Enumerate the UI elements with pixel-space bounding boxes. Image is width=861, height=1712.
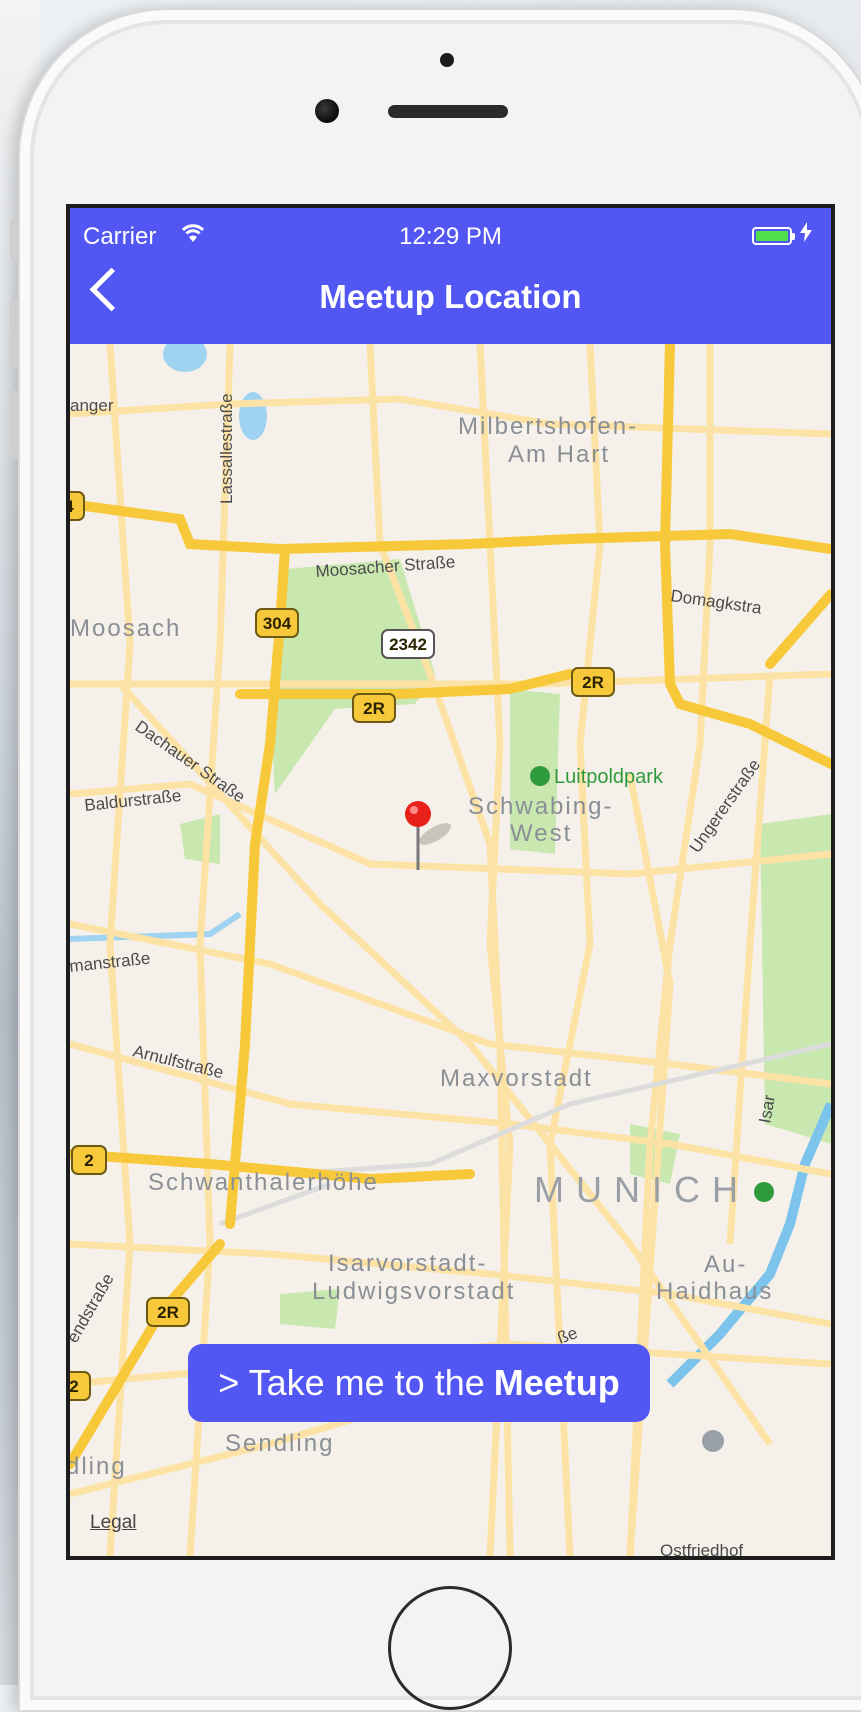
battery-tip <box>792 233 795 240</box>
page-title: Meetup Location <box>319 278 582 315</box>
district-label: West <box>510 820 572 847</box>
phone-screen: Carrier 12:29 PM Meetup Location Milbert… <box>66 204 835 1560</box>
take-me-to-meetup-button[interactable]: > Take me to the Meetup <box>188 1344 650 1422</box>
street-label: anger <box>70 396 114 415</box>
front-camera <box>315 99 339 123</box>
road-shield-2342: 2342 <box>381 629 435 659</box>
district-label: Sendling <box>225 1430 334 1457</box>
district-label: Schwabing- <box>468 793 613 820</box>
volume-up-button <box>10 300 18 370</box>
poi-label[interactable]: Luitpoldpark <box>554 766 664 788</box>
road-shield-304: 304 <box>255 608 299 638</box>
earpiece-speaker <box>388 105 508 118</box>
district-label: Maxvorstadt <box>440 1065 593 1092</box>
district-label: Milbertshofen- <box>458 413 638 440</box>
svg-text:2: 2 <box>84 1151 93 1170</box>
cemetery-icon <box>702 1430 724 1452</box>
lake-area <box>239 392 267 440</box>
svg-text:2: 2 <box>70 1377 79 1396</box>
svg-text:2R: 2R <box>157 1303 179 1322</box>
svg-text:2342: 2342 <box>389 635 427 654</box>
road-shield-4: 4 <box>70 491 85 521</box>
tree-icon <box>530 766 550 786</box>
district-label: Haidhaus <box>656 1278 773 1305</box>
svg-text:2R: 2R <box>363 699 385 718</box>
svg-text:304: 304 <box>263 614 292 633</box>
road-shield-2: 2 <box>71 1145 107 1175</box>
proximity-sensor <box>440 53 454 67</box>
street-label: Lassallestraße <box>217 393 236 504</box>
cta-emphasis: Meetup <box>493 1362 620 1403</box>
road-shield-2: 2 <box>70 1371 91 1401</box>
app-header: Carrier 12:29 PM Meetup Location <box>70 208 831 344</box>
district-label: Schwanthalerhöhe <box>148 1169 379 1196</box>
district-label: Ludwigsvorstadt <box>312 1278 515 1305</box>
legal-link[interactable]: Legal <box>90 1512 137 1534</box>
district-label: Am Hart <box>508 441 610 468</box>
road-shield-2r: 2R <box>146 1297 190 1327</box>
district-label: Moosach <box>70 615 181 642</box>
svg-text:4: 4 <box>70 497 74 516</box>
cta-prefix: > Take me to the <box>218 1362 485 1403</box>
battery-icon <box>752 227 792 245</box>
poi-label: Ostfriedhof <box>660 1541 743 1556</box>
status-bar: Carrier 12:29 PM <box>70 208 831 262</box>
road-shield-2r: 2R <box>352 693 396 723</box>
district-label: dling <box>70 1453 127 1480</box>
svg-text:2R: 2R <box>582 673 604 692</box>
charging-icon <box>800 222 812 248</box>
tree-icon <box>754 1182 774 1202</box>
mute-switch <box>10 220 18 260</box>
district-label: Au- <box>704 1251 747 1278</box>
volume-down-button <box>10 390 18 460</box>
home-button[interactable] <box>388 1586 512 1710</box>
status-time: 12:29 PM <box>399 223 502 250</box>
district-label: Isarvorstadt- <box>328 1250 487 1277</box>
city-label: MUNICH <box>534 1169 750 1210</box>
road-shield-2r: 2R <box>571 667 615 697</box>
